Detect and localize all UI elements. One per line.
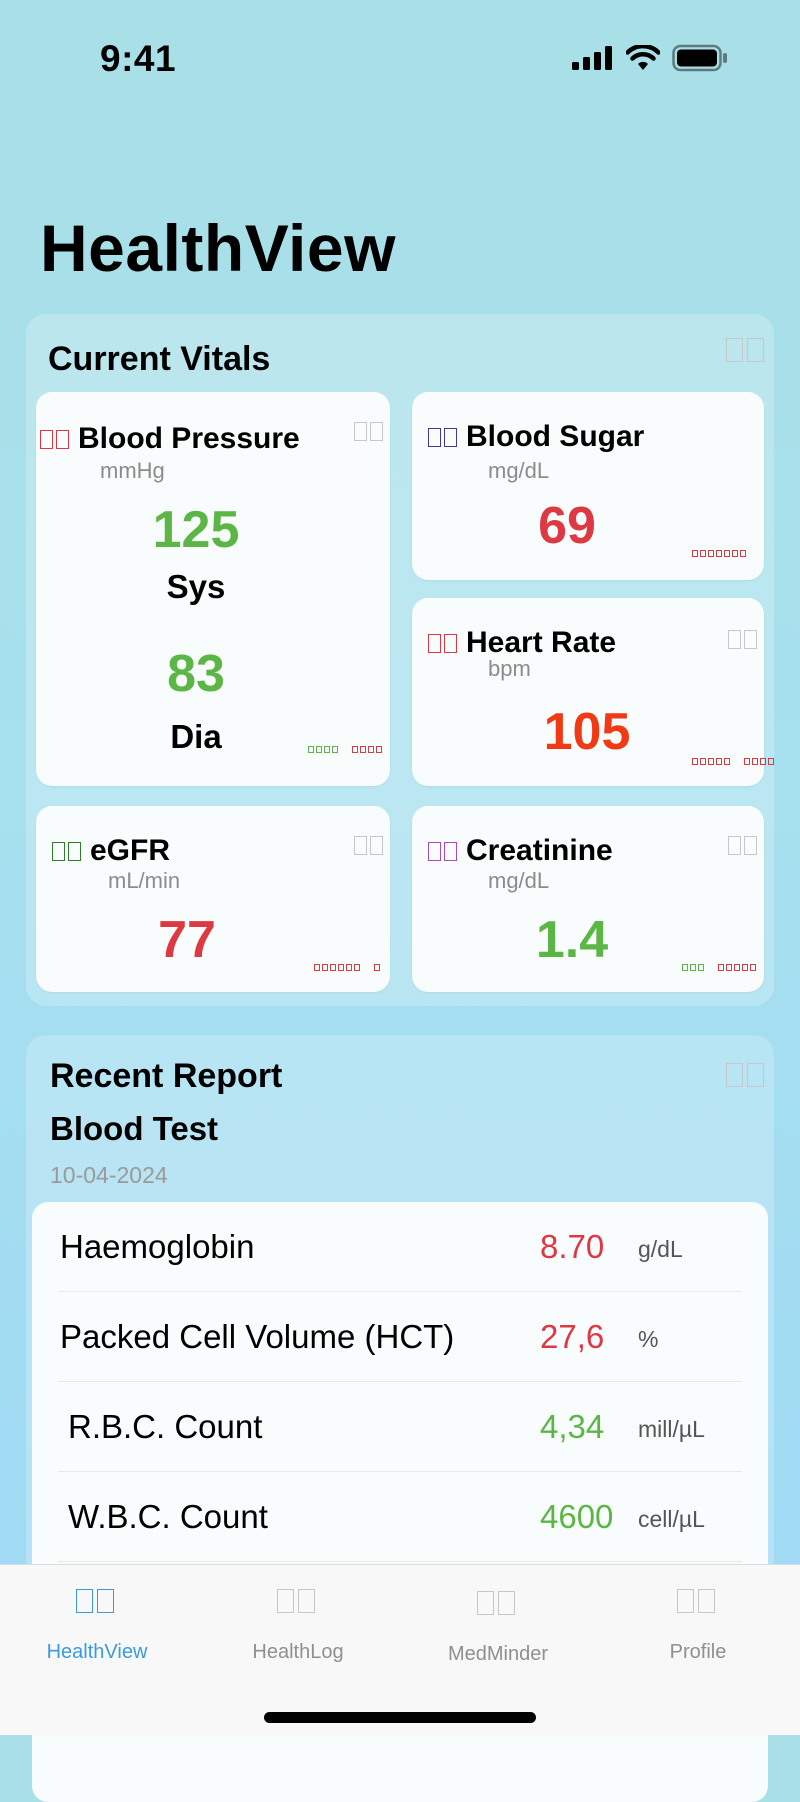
profile-tab-icon bbox=[613, 1589, 783, 1613]
recent-report-title: Recent Report bbox=[50, 1057, 283, 1095]
heart-rate-name: Heart Rate bbox=[466, 626, 617, 659]
result-name: W.B.C. Count bbox=[68, 1498, 268, 1535]
blood-pressure-status-glyphs bbox=[308, 746, 382, 753]
blood-pressure-card[interactable]: Blood Pressure mmHg 125 Sys 83 Dia bbox=[36, 392, 390, 786]
status-time: 9:41 bbox=[100, 38, 177, 79]
result-value: 27,6 bbox=[540, 1318, 605, 1355]
tab-label: MedMinder bbox=[447, 1643, 549, 1665]
vitals-options-icon[interactable] bbox=[726, 338, 768, 367]
tab-label: Profile bbox=[669, 1641, 727, 1663]
egfr-name: eGFR bbox=[90, 834, 171, 867]
egfr-more-icon[interactable] bbox=[354, 836, 386, 860]
healthlog-tab-icon bbox=[213, 1589, 383, 1613]
heart-rate-status-glyphs bbox=[692, 758, 774, 765]
current-vitals-title: Current Vitals bbox=[48, 340, 271, 378]
creatinine-value: 1.4 bbox=[535, 911, 609, 969]
wifi-icon bbox=[626, 45, 660, 70]
egfr-status-glyphs bbox=[314, 964, 380, 971]
result-value: 4,34 bbox=[540, 1408, 605, 1445]
tab-healthlog[interactable]: HealthLog bbox=[213, 1565, 383, 1675]
status-icons bbox=[572, 44, 728, 72]
result-value: 4600 bbox=[540, 1498, 614, 1535]
creatinine-name: Creatinine bbox=[466, 834, 613, 867]
blood-sugar-name: Blood Sugar bbox=[466, 420, 645, 453]
report-options-icon[interactable] bbox=[726, 1063, 768, 1092]
tab-medminder[interactable]: MedMinder bbox=[413, 1565, 583, 1675]
creatinine-unit: mg/dL bbox=[488, 868, 550, 893]
tab-profile[interactable]: Profile bbox=[613, 1565, 783, 1675]
result-value: 8.70 bbox=[540, 1228, 605, 1265]
table-row[interactable]: Packed Cell Volume (HCT) 27,6 % bbox=[58, 1292, 742, 1382]
tab-bar: HealthView HealthLog MedMinder Profile bbox=[0, 1564, 800, 1735]
app-title: HealthView bbox=[40, 211, 396, 285]
egfr-value: 77 bbox=[158, 911, 216, 969]
result-name: Haemoglobin bbox=[60, 1228, 255, 1265]
cellular-signal-icon bbox=[572, 46, 612, 70]
diastolic-value: 83 bbox=[167, 645, 225, 703]
heart-rate-more-icon[interactable] bbox=[728, 630, 760, 654]
status-bar: 9:41 bbox=[0, 0, 800, 120]
result-name: R.B.C. Count bbox=[68, 1408, 263, 1445]
systolic-value: 125 bbox=[152, 501, 240, 559]
table-row[interactable]: R.B.C. Count 4,34 mill/µL bbox=[58, 1382, 742, 1472]
blood-sugar-unit: mg/dL bbox=[488, 458, 550, 483]
blood-pressure-name: Blood Pressure bbox=[78, 422, 300, 455]
blood-sugar-status-glyphs bbox=[692, 550, 746, 557]
healthview-tab-icon bbox=[12, 1589, 182, 1613]
blood-pressure-icon bbox=[40, 429, 72, 449]
blood-sugar-value: 69 bbox=[538, 497, 596, 555]
heart-rate-card[interactable]: Heart Rate bpm 105 bbox=[412, 598, 774, 786]
diastolic-label: Dia bbox=[170, 718, 222, 755]
tab-label: HealthView bbox=[46, 1641, 148, 1663]
blood-sugar-card[interactable]: Blood Sugar mg/dL 69 bbox=[412, 392, 764, 580]
heart-rate-value: 105 bbox=[543, 703, 631, 761]
blood-pressure-unit: mmHg bbox=[100, 458, 165, 483]
report-date: 10-04-2024 bbox=[50, 1162, 168, 1188]
result-unit: mill/µL bbox=[638, 1416, 705, 1442]
blood-sugar-icon bbox=[428, 427, 460, 447]
heart-rate-icon bbox=[428, 633, 460, 653]
report-test-name: Blood Test bbox=[50, 1110, 219, 1147]
home-indicator[interactable] bbox=[264, 1712, 536, 1723]
systolic-label: Sys bbox=[166, 568, 226, 605]
heart-rate-unit: bpm bbox=[488, 656, 531, 681]
tab-label: HealthLog bbox=[252, 1641, 344, 1663]
current-vitals-panel: Current Vitals Blood Pressure mmHg 125 S… bbox=[26, 314, 774, 1006]
result-unit: g/dL bbox=[638, 1236, 683, 1262]
result-name: Packed Cell Volume (HCT) bbox=[60, 1318, 455, 1355]
egfr-icon bbox=[52, 841, 84, 861]
medminder-tab-icon bbox=[413, 1591, 583, 1615]
creatinine-card[interactable]: Creatinine mg/dL 1.4 bbox=[412, 806, 764, 992]
tab-healthview[interactable]: HealthView bbox=[12, 1565, 182, 1675]
egfr-unit: mL/min bbox=[108, 868, 181, 893]
battery-icon bbox=[672, 44, 727, 72]
creatinine-more-icon[interactable] bbox=[728, 836, 760, 860]
creatinine-status-glyphs bbox=[682, 964, 756, 971]
table-row[interactable]: W.B.C. Count 4600 cell/µL bbox=[58, 1472, 742, 1562]
creatinine-icon bbox=[428, 841, 460, 861]
result-unit: cell/µL bbox=[638, 1506, 705, 1532]
table-row[interactable]: Haemoglobin 8.70 g/dL bbox=[58, 1202, 742, 1292]
blood-pressure-more-icon[interactable] bbox=[354, 422, 386, 446]
result-unit: % bbox=[638, 1326, 659, 1352]
egfr-card[interactable]: eGFR mL/min 77 bbox=[36, 806, 390, 992]
